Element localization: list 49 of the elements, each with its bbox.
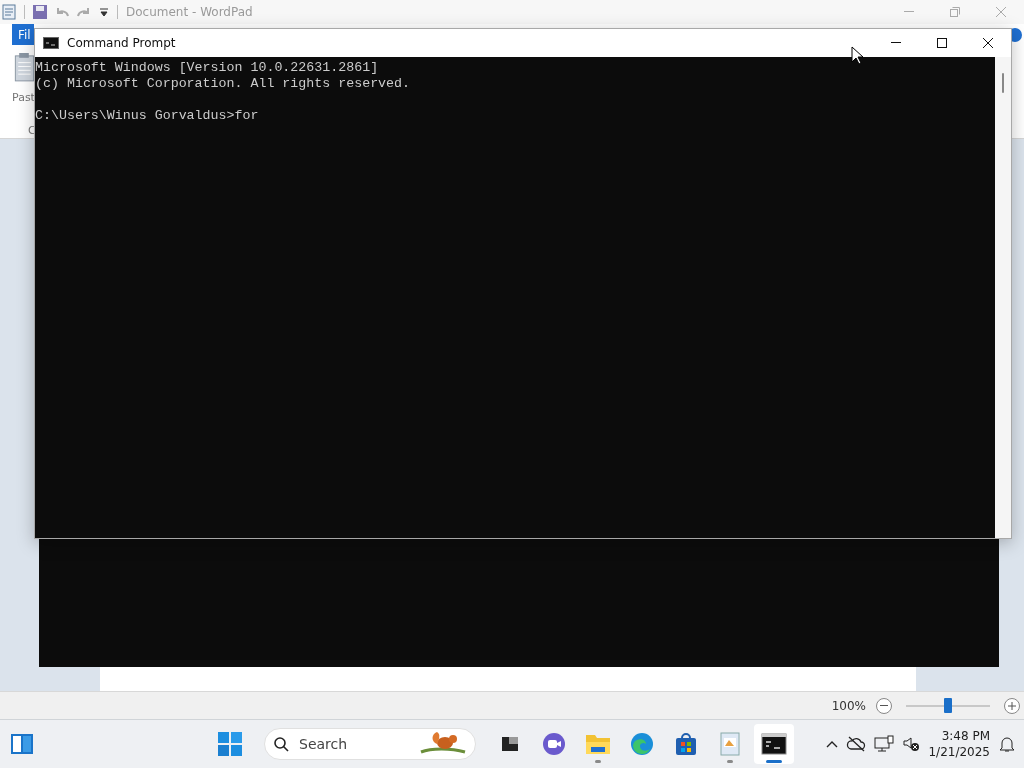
window-title: Command Prompt: [67, 36, 176, 50]
close-icon: [996, 7, 1006, 17]
minimize-icon: [891, 42, 901, 44]
clipboard-icon[interactable]: [14, 53, 34, 82]
search-input[interactable]: Search: [297, 735, 411, 753]
folder-icon: [585, 732, 611, 756]
cloud-off-icon[interactable]: [846, 736, 867, 752]
scrollbar[interactable]: [995, 57, 1011, 538]
store-bag-icon: [674, 732, 698, 756]
search-icon: [273, 736, 289, 752]
windows-logo-icon: [218, 732, 242, 756]
zoom-in-button[interactable]: [1004, 697, 1020, 714]
terminal-icon: [761, 733, 787, 755]
plus-icon: [1008, 701, 1016, 710]
slider-thumb[interactable]: [944, 697, 952, 713]
document-icon: [2, 4, 16, 20]
volume-muted-icon[interactable]: [902, 736, 921, 752]
dropdown-icon[interactable]: [99, 7, 109, 17]
clock-date[interactable]: 1/21/2025: [928, 744, 990, 760]
search-bar[interactable]: Search: [264, 728, 476, 760]
console-line: (c) Microsoft Corporation. All rights reserved.: [35, 76, 412, 92]
browser-icon: [630, 732, 654, 756]
widgets-icon: [10, 733, 34, 755]
network-icon[interactable]: [874, 735, 895, 753]
minimize-icon: [904, 11, 914, 13]
close-icon: [983, 38, 993, 48]
task-view-icon: [500, 734, 520, 754]
zoom-level: 100%: [831, 698, 866, 713]
console-line: Microsoft Windows [Version 10.0.22631.2861]: [35, 60, 380, 76]
clock-time[interactable]: 3:48 PM: [941, 728, 990, 744]
terminal-icon: [43, 37, 59, 49]
file-tab[interactable]: Fil: [12, 24, 34, 46]
scroll-thumb[interactable]: [1002, 73, 1004, 93]
command-prompt-line: C:\Users\Winus Gorvaldus>for: [35, 108, 260, 124]
minus-icon: [880, 704, 888, 707]
clipboard-label: C: [28, 124, 36, 137]
notification-bell-icon[interactable]: [998, 735, 1016, 753]
show-hidden-icons-button[interactable]: [826, 740, 839, 748]
maximize-icon: [937, 38, 947, 48]
video-chat-icon: [542, 732, 566, 756]
mouse-pointer-icon: [851, 46, 863, 66]
zoom-out-button[interactable]: [876, 697, 892, 714]
window-title: Document - WordPad: [126, 5, 253, 19]
paste-label: Past: [12, 91, 35, 104]
restore-icon: [950, 7, 960, 17]
document-icon: [719, 732, 741, 756]
taskbar-app-button[interactable]: [754, 724, 794, 764]
save-icon[interactable]: [33, 5, 47, 19]
console[interactable]: Microsoft Windows [Version 10.0.22631.2861] (c) Microsoft Corporation. All rights reserved. C:\Users\Winus Gorvaldus>for: [35, 57, 995, 538]
